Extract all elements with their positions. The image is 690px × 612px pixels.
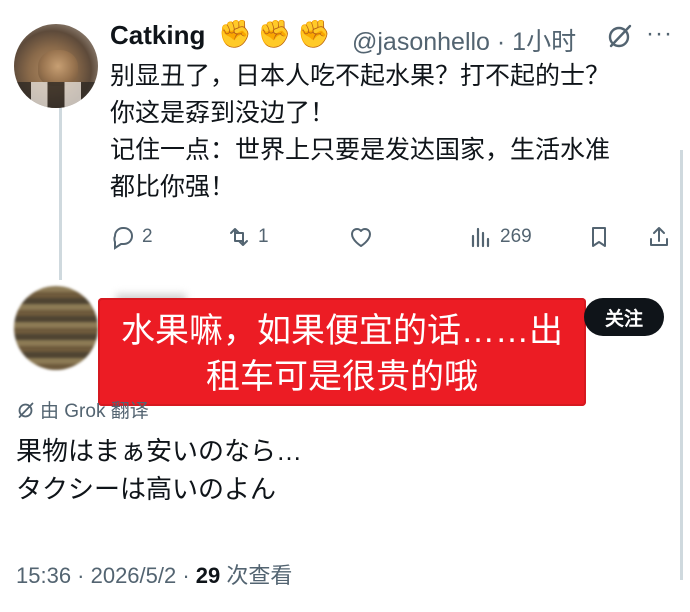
overlay-text: 水果嘛，如果便宜的话……出 租车可是很贵的哦 — [121, 312, 563, 396]
translated-by-grok[interactable]: 由 Grok 翻译 — [16, 396, 149, 423]
thread-connector-line — [59, 108, 62, 280]
red-translation-overlay: 水果嘛，如果便宜的话……出 租车可是很贵的哦 — [98, 298, 586, 406]
reply-button[interactable]: 2 — [110, 220, 153, 254]
view-count: 269 — [500, 226, 532, 247]
like-icon — [351, 228, 371, 247]
fist-emoji: ✊✊✊ — [218, 19, 337, 49]
share-icon — [650, 227, 668, 246]
repost-count: 1 — [258, 226, 269, 247]
translate-icon — [18, 402, 34, 418]
bookmark-button[interactable] — [586, 220, 612, 254]
share-button[interactable] — [646, 220, 672, 254]
reply-count: 2 — [142, 226, 153, 247]
reply-icon — [113, 227, 133, 250]
post-body: 别显丑了，日本人吃不起水果？打不起的士？ 你这是孬到没边了！ 记住一点：世界上只… — [110, 62, 611, 201]
follow-button[interactable]: 关注 — [584, 298, 664, 336]
author-avatar[interactable] — [14, 24, 98, 108]
author-name[interactable]: Catking — [110, 20, 205, 51]
view-count-suffix: 次查看 — [220, 563, 293, 588]
scroll-track — [680, 150, 683, 580]
repost-button[interactable]: 1 — [226, 220, 269, 254]
avatar-stripes — [14, 82, 98, 108]
translated-by-label: 由 Grok 翻译 — [40, 401, 149, 422]
views-icon — [471, 227, 490, 248]
timestamp[interactable]: 15:36 · 2026/5/2 · — [16, 563, 196, 588]
view-count-number: 29 — [195, 563, 221, 588]
repost-icon — [230, 228, 248, 246]
reply-author-avatar-blurred[interactable] — [14, 286, 98, 370]
cat-face — [38, 50, 78, 86]
reply-meta: 15:36 · 2026/5/2 · 29 次查看 — [16, 558, 292, 590]
reply-body-japanese: 果物はまぁ安いのなら… タクシーは高いのよん — [16, 436, 303, 504]
like-button[interactable] — [348, 220, 380, 254]
more-options-icon[interactable]: ··· — [646, 22, 678, 50]
handle-and-time[interactable]: @jasonhello · 1小时 — [352, 22, 576, 58]
bookmark-icon — [592, 227, 606, 247]
action-bar: 2 1 269 — [108, 220, 678, 254]
grok-icon[interactable] — [606, 22, 634, 50]
views-button[interactable]: 269 — [468, 220, 532, 254]
